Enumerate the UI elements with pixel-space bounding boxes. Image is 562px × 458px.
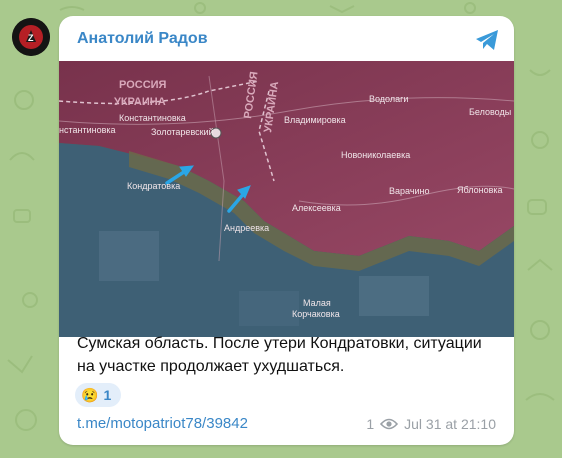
svg-text:Z: Z (28, 33, 34, 43)
map-label-alekseevka: Алексеевка (292, 203, 341, 213)
message-card: Анатолий Радов РОССИЯ УКРАИНА Константин… (59, 16, 514, 445)
map-label-vladimirovka: Владимировка (284, 115, 346, 125)
map-label-kondratovka: Кондратовка (127, 181, 180, 191)
channel-avatar[interactable]: Z (12, 18, 50, 56)
map-label-yablonovka: Яблоновка (457, 185, 503, 195)
telegram-share-icon[interactable] (474, 28, 500, 52)
map-label-belovody: Беловоды (469, 107, 511, 117)
map-label-russia: РОССИЯ (119, 79, 167, 91)
eye-icon (380, 418, 399, 430)
reaction-chip[interactable]: 😢 1 (75, 383, 122, 407)
map-label-konstantinovka: Константиновка (119, 113, 186, 123)
crying-face-icon: 😢 (81, 387, 99, 403)
post-link[interactable]: t.me/motopatriot78/39842 (77, 415, 248, 432)
map-label-vodolagi: Водолаги (369, 94, 408, 104)
map-image: РОССИЯ УКРАИНА Константиновка нстантинов… (59, 61, 514, 337)
map-label-andreevka: Андреевка (224, 223, 269, 233)
map-label-korchakovka: Корчаковка (292, 309, 340, 319)
map-label-varachino: Варачино (389, 186, 430, 196)
map-label-konstantinovka-west: нстантиновка (59, 125, 116, 135)
author-name[interactable]: Анатолий Радов (77, 30, 208, 48)
views-count: 1 (366, 416, 375, 432)
reaction-count: 1 (103, 387, 112, 403)
map-label-novonikolaevka: Новониколаевка (341, 150, 410, 160)
map-label-malaya: Малая (303, 298, 331, 308)
map-label-ukraine: УКРАИНА (114, 96, 166, 108)
message-date: Jul 31 at 21:10 (404, 416, 496, 432)
message-text: Сумская область. После утери Кондратовки… (77, 335, 482, 375)
map-label-zolotarevsky: Золотаревский (151, 127, 214, 137)
message-meta: 1 Jul 31 at 21:10 (366, 416, 496, 432)
